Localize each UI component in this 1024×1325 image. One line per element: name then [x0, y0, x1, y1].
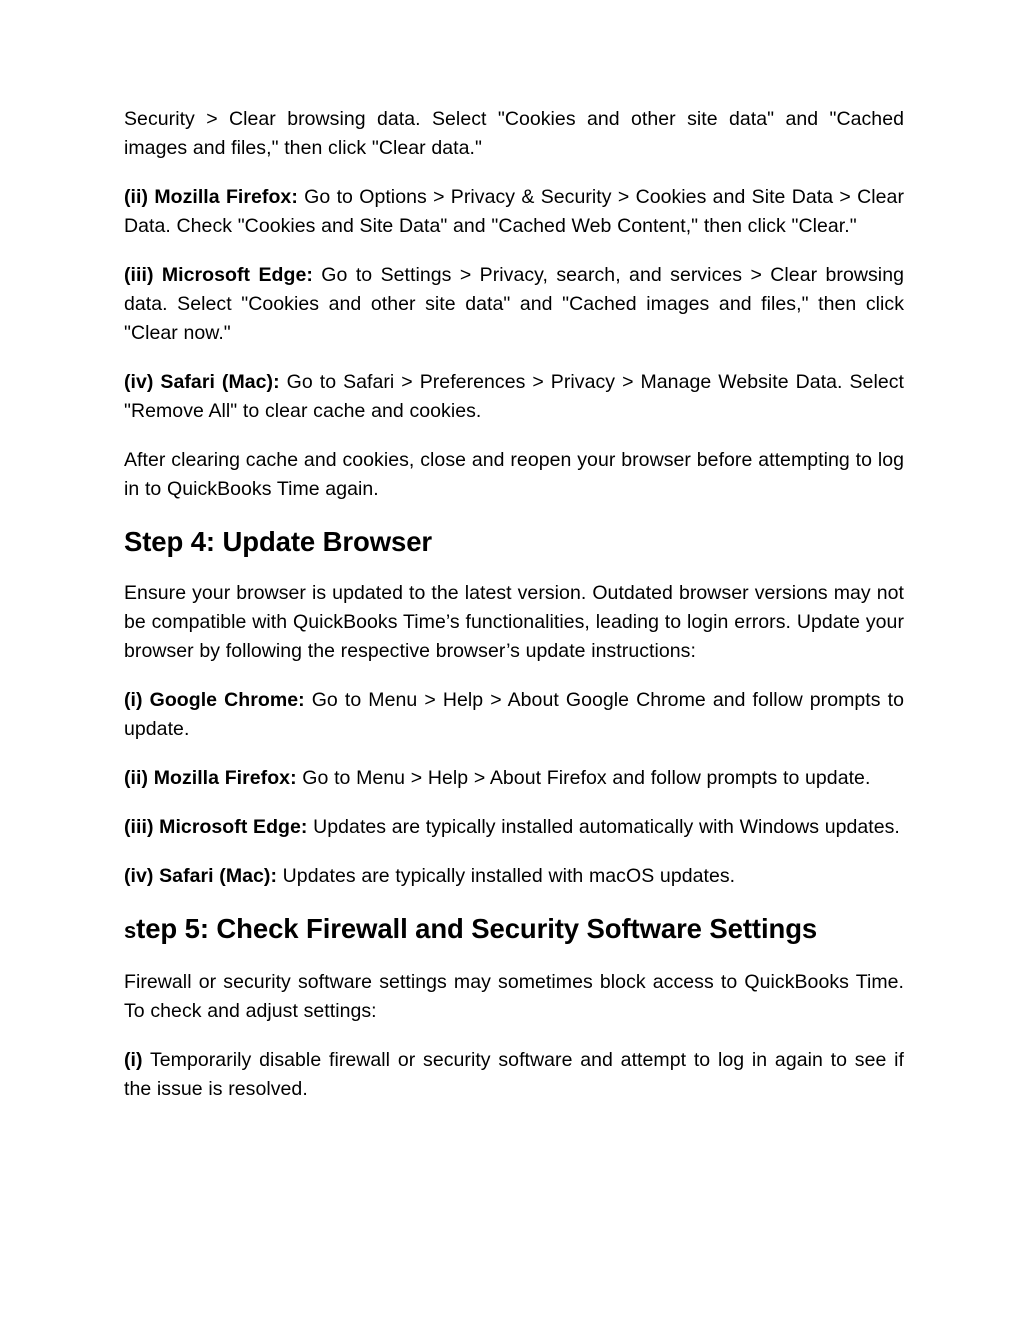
- paragraph-text: Go to Menu > Help > About Firefox and fo…: [296, 767, 871, 789]
- document-page: Security > Clear browsing data. Select "…: [0, 0, 1024, 1325]
- paragraph-text: After clearing cache and cookies, close …: [124, 449, 904, 500]
- run-in-label-microsoft-edge: (iii) Microsoft Edge:: [124, 264, 313, 286]
- document-content-column: Security > Clear browsing data. Select "…: [124, 105, 904, 1104]
- paragraph-safari-clear-cache: (iv) Safari (Mac): Go to Safari > Prefer…: [124, 368, 904, 426]
- paragraph-text: Temporarily disable firewall or security…: [124, 1049, 904, 1100]
- paragraph-text: Ensure your browser is updated to the la…: [124, 582, 904, 662]
- heading-text: tep 5: Check Firewall and Security Softw…: [136, 913, 818, 944]
- heading-step-4: Step 4: Update Browser: [124, 524, 904, 560]
- run-in-label-safari-mac: (iv) Safari (Mac):: [124, 371, 280, 393]
- paragraph-edge-update: (iii) Microsoft Edge: Updates are typica…: [124, 813, 904, 842]
- run-in-label-mozilla-firefox: (ii) Mozilla Firefox:: [124, 186, 298, 208]
- paragraph-chrome-update: (i) Google Chrome: Go to Menu > Help > A…: [124, 686, 904, 744]
- paragraph-step-5-intro: Firewall or security software settings m…: [124, 968, 904, 1026]
- paragraph-edge-clear-cache: (iii) Microsoft Edge: Go to Settings > P…: [124, 261, 904, 348]
- run-in-label-item-i: (i): [124, 1049, 143, 1071]
- run-in-label-mozilla-firefox-update: (ii) Mozilla Firefox:: [124, 767, 297, 789]
- run-in-label-microsoft-edge-update: (iii) Microsoft Edge:: [124, 816, 308, 838]
- run-in-label-safari-mac-update: (iv) Safari (Mac):: [124, 865, 277, 887]
- heading-step-5: step 5: Check Firewall and Security Soft…: [124, 911, 904, 949]
- run-in-label-google-chrome: (i) Google Chrome:: [124, 689, 305, 711]
- paragraph-step-4-intro: Ensure your browser is updated to the la…: [124, 579, 904, 666]
- paragraph-text: Firewall or security software settings m…: [124, 971, 904, 1022]
- paragraph-firefox-clear-cache: (ii) Mozilla Firefox: Go to Options > Pr…: [124, 183, 904, 241]
- paragraph-text: Security > Clear browsing data. Select "…: [124, 108, 904, 159]
- paragraph-firefox-update: (ii) Mozilla Firefox: Go to Menu > Help …: [124, 764, 904, 793]
- paragraph-safari-update: (iv) Safari (Mac): Updates are typically…: [124, 862, 904, 891]
- heading-lead-character: s: [124, 918, 137, 943]
- paragraph-chrome-clear-cache-continuation: Security > Clear browsing data. Select "…: [124, 105, 904, 163]
- heading-text: Step 4: Update Browser: [124, 526, 433, 557]
- paragraph-text: Updates are typically installed automati…: [307, 816, 900, 838]
- paragraph-step-5-item-1: (i) Temporarily disable firewall or secu…: [124, 1046, 904, 1104]
- paragraph-text: Updates are typically installed with mac…: [277, 865, 736, 887]
- paragraph-after-clearing-cache: After clearing cache and cookies, close …: [124, 446, 904, 504]
